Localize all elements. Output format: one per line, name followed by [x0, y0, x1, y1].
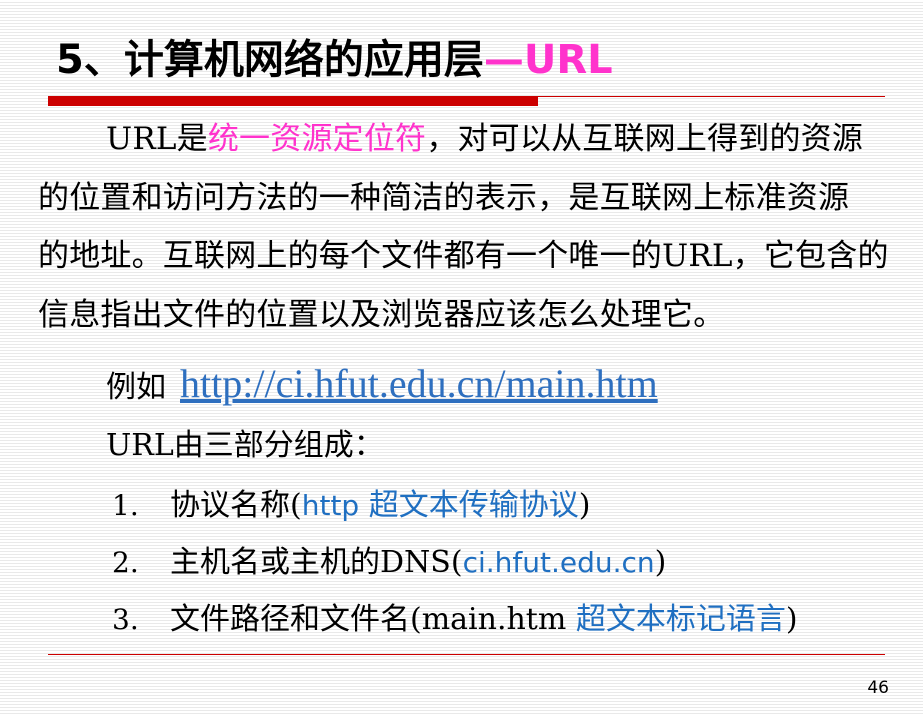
paragraph-text: URL是	[106, 121, 208, 157]
definition-paragraph: URL是统一资源定位符，对可以从互联网上得到的资源 的位置和访问方法的一种简洁的…	[38, 110, 908, 344]
list-item-text: 主机名或主机的DNS(	[170, 545, 463, 580]
list-item-text: 文件路径和文件名(main.htm	[170, 602, 576, 637]
list-item-close: )	[785, 602, 798, 637]
list-item: 3. 文件路径和文件名(main.htm 超文本标记语言)	[112, 592, 798, 648]
list-item-highlight: ci.hfut.edu.cn	[462, 546, 655, 579]
example-url-link[interactable]: http://ci.hfut.edu.cn/main.htm	[180, 361, 658, 406]
paragraph-line-4: 信息指出文件的位置以及浏览器应该怎么处理它。	[38, 296, 725, 333]
list-item-close: )	[654, 545, 667, 580]
protocol-keyword: http	[301, 489, 360, 522]
list-item-highlight: 超文本标记语言	[575, 602, 786, 637]
list-item-number: 1.	[112, 489, 139, 522]
paragraph-line-1: URL是统一资源定位符，对可以从互联网上得到的资源	[38, 110, 908, 169]
paragraph-text: ，对可以从互联网上得到的资源	[426, 121, 864, 157]
list-item-close: )	[578, 488, 591, 523]
page-number: 46	[867, 678, 889, 698]
paragraph-line-3: 的地址。互联网上的每个文件都有一个唯一的URL，它包含的	[38, 238, 889, 274]
url-term-highlight: 统一资源定位符	[207, 121, 427, 157]
slide-title-accent: —URL	[483, 37, 613, 83]
list-item-text: 协议名称(	[170, 488, 302, 523]
slide-title: 5、计算机网络的应用层—URL	[56, 30, 613, 90]
list-item: 1. 协议名称(http 超文本传输协议)	[112, 478, 590, 534]
list-item: 2. 主机名或主机的DNS(ci.hfut.edu.cn)	[112, 535, 666, 591]
list-item-number: 2.	[112, 546, 139, 579]
footer-rule	[48, 654, 885, 655]
url-parts-intro: URL由三部分组成：	[106, 428, 384, 463]
paragraph-line-2: 的位置和访问方法的一种简洁的表示，是互联网上标准资源	[38, 179, 850, 216]
list-item-highlight: http 超文本传输协议	[301, 488, 579, 523]
slide-title-main: 5、计算机网络的应用层	[56, 37, 484, 83]
example-label: 例如	[106, 370, 166, 405]
title-accent-bar	[48, 97, 538, 106]
list-item-number: 3.	[112, 603, 139, 636]
example-line: 例如 http://ci.hfut.edu.cn/main.htm	[106, 358, 658, 414]
